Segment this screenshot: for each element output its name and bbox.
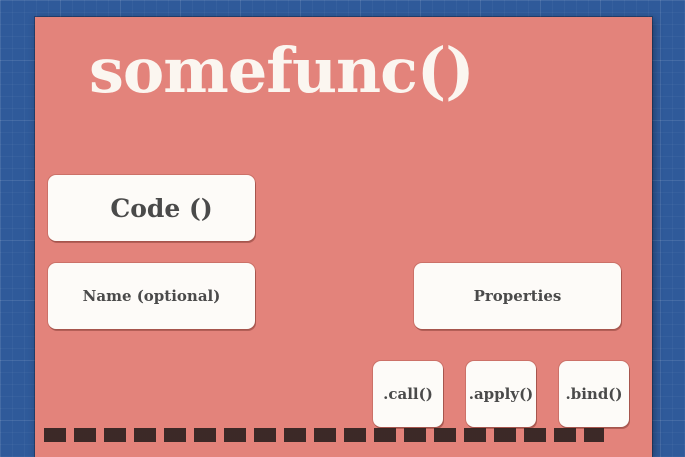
properties-card: Properties — [414, 263, 621, 329]
call-label: .call() — [383, 385, 433, 403]
function-title: somefunc() — [89, 34, 475, 107]
apply-card: .apply() — [466, 361, 536, 427]
bind-card: .bind() — [559, 361, 629, 427]
properties-label: Properties — [473, 287, 562, 305]
apply-label: .apply() — [468, 385, 534, 403]
cropped-caption-fragment — [44, 428, 604, 442]
name-card: Name (optional) — [48, 263, 255, 329]
diagram-panel: somefunc() Code () Name (optional) Prope… — [35, 17, 652, 457]
code-label: Code () — [110, 193, 213, 223]
name-label: Name (optional) — [82, 287, 221, 305]
bind-label: .bind() — [565, 385, 623, 403]
call-card: .call() — [373, 361, 443, 427]
code-card: Code () — [48, 175, 255, 241]
